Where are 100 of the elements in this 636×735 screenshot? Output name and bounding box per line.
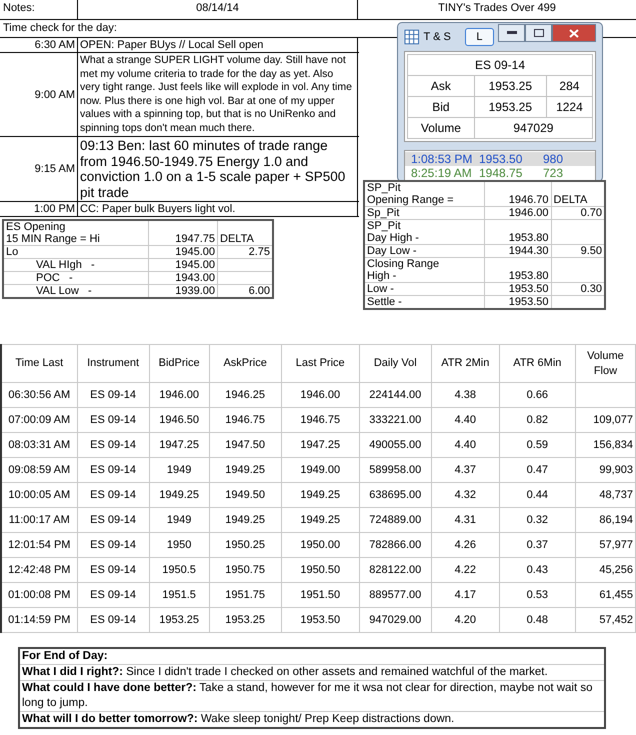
table-cell: 1950 <box>149 532 210 558</box>
table-cell: 1946.00 <box>281 382 360 408</box>
delta-cell: 0.70 <box>551 206 605 220</box>
link-button[interactable]: L <box>464 28 494 46</box>
table-cell: 4.26 <box>431 532 500 558</box>
close-icon <box>569 28 579 38</box>
price-cell: 1953.25 <box>474 76 546 96</box>
quote-label: Bid <box>408 96 474 118</box>
table-cell: 0.66 <box>499 382 576 408</box>
row-label: ES Opening 15 MIN Range = Hi <box>3 220 148 246</box>
table-cell: 11:00:17 AM <box>1 508 78 532</box>
table-cell: 828122.00 <box>359 558 432 582</box>
table-cell: 1950.75 <box>209 558 282 582</box>
table-cell: 4.40 <box>431 432 500 458</box>
table-cell: 1949.50 <box>209 482 282 508</box>
column-header: Last Price <box>281 344 360 382</box>
table-cell: 1953.25 <box>209 608 282 632</box>
table-cell: 57,977 <box>575 532 636 558</box>
table-cell: 724889.00 <box>359 508 432 532</box>
table-cell: 638695.00 <box>359 482 432 508</box>
note-cell: OPEN: Paper BUys // Local Sell open <box>78 38 358 52</box>
value-cell: 1946.00 <box>484 206 552 220</box>
table-cell: 0.53 <box>499 582 576 608</box>
trade-row[interactable]: 8:25:19 AM 1948.75 723 <box>405 166 595 180</box>
table-cell: 1950.25 <box>209 532 282 558</box>
table-cell: 09:08:59 AM <box>1 458 78 482</box>
table-cell: 1949.25 <box>281 482 360 508</box>
row-label: Lo <box>3 246 148 258</box>
maximize-icon <box>534 29 544 37</box>
minimize-icon <box>506 31 516 35</box>
table-cell: 1949.25 <box>209 508 282 532</box>
table-cell: 0.32 <box>499 508 576 532</box>
table-cell: 4.40 <box>431 408 500 432</box>
minimize-button[interactable] <box>498 24 525 42</box>
table-cell: 1950.00 <box>281 532 360 558</box>
delta-cell: 9.50 <box>551 244 605 258</box>
table-cell: 01:14:59 PM <box>1 608 78 632</box>
table-cell: 57,452 <box>575 608 636 632</box>
value-cell: 1953.50 <box>484 282 552 296</box>
table-cell: 1953.50 <box>281 608 360 632</box>
table-cell: 490055.00 <box>359 432 432 458</box>
trade-size: 980 <box>543 152 564 166</box>
table-cell: 1947.50 <box>209 432 282 458</box>
table-cell: 1946.00 <box>149 382 210 408</box>
table-cell: 10:00:05 AM <box>1 482 78 508</box>
table-cell: 1951.5 <box>149 582 210 608</box>
table-cell: 4.37 <box>431 458 500 482</box>
table-cell: 1951.75 <box>209 582 282 608</box>
table-cell: 12:42:48 PM <box>1 558 78 582</box>
table-cell: 1949 <box>149 508 210 532</box>
table-cell: 1950.50 <box>281 558 360 582</box>
note-cell: What a strange SUPER LIGHT volume day. Still have not met my volume criteria to trade for the day as yet. Also very tight range. Just feels like will explode in vol. Any time now. Plus there is one high vol. Bar at one of my upper values with a spinning top, but that is no UniRenko and spinning tops don't mean much there. <box>78 53 358 136</box>
table-cell: 4.32 <box>431 482 500 508</box>
row-label: Low - <box>364 282 484 296</box>
table-cell: ES 09-14 <box>77 408 150 432</box>
note-cell: CC: Paper bulk Buyers light vol. <box>78 202 358 216</box>
trade-row[interactable]: 1:08:53 PM 1953.50 980 <box>405 152 595 166</box>
value-cell: 1953.80 <box>484 220 552 244</box>
table-cell: 1946.50 <box>149 408 210 432</box>
row-label: Day Low - <box>364 244 484 258</box>
quote-label: Ask <box>408 76 474 96</box>
maximize-button[interactable] <box>525 24 552 42</box>
table-cell: 4.31 <box>431 508 500 532</box>
table-cell: ES 09-14 <box>77 532 150 558</box>
table-cell: 1950.5 <box>149 558 210 582</box>
table-cell: 08:03:31 AM <box>1 432 78 458</box>
table-cell: ES 09-14 <box>77 508 150 532</box>
table-cell: 0.44 <box>499 482 576 508</box>
trade-price: 1948.75 <box>479 166 524 180</box>
table-cell: 4.38 <box>431 382 500 408</box>
trade-size: 723 <box>543 166 564 180</box>
table-cell: 1947.25 <box>281 432 360 458</box>
trade-price: 1953.50 <box>479 152 524 166</box>
table-cell: 0.59 <box>499 432 576 458</box>
value-cell: 1945.00 <box>148 246 218 258</box>
trade-time: 8:25:19 AM <box>411 166 473 180</box>
value-cell: 1947.75 <box>148 220 218 246</box>
table-cell: 1949.25 <box>281 508 360 532</box>
table-cell: 45,256 <box>575 558 636 582</box>
table-cell: 1951.50 <box>281 582 360 608</box>
trade-time: 1:08:53 PM <box>411 152 474 166</box>
row-label: SP_Pit Day High - <box>364 220 484 244</box>
table-cell: 224144.00 <box>359 382 432 408</box>
reflection-text: What could I have done better?: Take a stand, however for me it wsa not clear for direction, maybe not wait so long to jump. <box>20 681 604 712</box>
table-cell: 1946.75 <box>281 408 360 432</box>
table-cell: 0.47 <box>499 458 576 482</box>
table-cell: 156,834 <box>575 432 636 458</box>
table-cell: ES 09-14 <box>77 458 150 482</box>
table-cell: 947029.00 <box>359 608 432 632</box>
value-cell: 1946.70 <box>484 181 552 206</box>
column-header: Daily Vol <box>359 344 432 382</box>
table-cell: 1949.25 <box>209 458 282 482</box>
close-button[interactable] <box>552 24 596 42</box>
column-header: ATR 6Min <box>499 344 576 382</box>
table-cell: 589958.00 <box>359 458 432 482</box>
table-cell: 4.22 <box>431 558 500 582</box>
row-label: Sp_Pit <box>364 206 484 220</box>
table-cell: 782866.00 <box>359 532 432 558</box>
column-header: Instrument <box>77 344 150 382</box>
column-header: AskPrice <box>209 344 282 382</box>
